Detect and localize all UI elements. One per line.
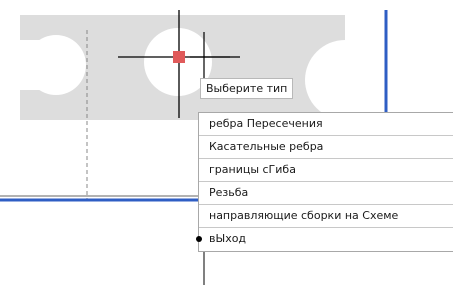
tooltip: Выберите тип — [200, 78, 294, 99]
tooltip-text: Выберите тип — [206, 82, 288, 95]
menu-item-assembly-guides[interactable]: направляющие сборки на Схеме — [199, 205, 453, 228]
selected-bullet-icon — [196, 236, 202, 242]
snap-marker — [173, 51, 185, 63]
menu-item-label: границы сГиба — [209, 163, 296, 176]
menu-item-label: Касательные ребра — [209, 140, 324, 153]
part-notch — [20, 40, 50, 90]
menu-item-exit[interactable]: вЫход — [196, 228, 453, 251]
menu-item-tangent-edges[interactable]: Касательные ребра — [199, 136, 453, 159]
menu-item-thread[interactable]: Резьба — [199, 182, 453, 205]
menu-item-label: направляющие сборки на Схеме — [209, 209, 399, 222]
part-shape — [20, 15, 345, 120]
drawing-canvas[interactable]: Выберите тип ребра Пересечения Касательн… — [0, 0, 453, 285]
menu-item-label: ребра Пересечения — [209, 117, 323, 130]
menu-item-label: вЫход — [209, 232, 247, 245]
menu-item-intersection-edges[interactable]: ребра Пересечения — [199, 113, 453, 136]
menu-item-label: Резьба — [209, 186, 249, 199]
menu-item-bend-boundaries[interactable]: границы сГиба — [199, 159, 453, 182]
context-menu: ребра Пересечения Касательные ребра гран… — [196, 112, 453, 252]
